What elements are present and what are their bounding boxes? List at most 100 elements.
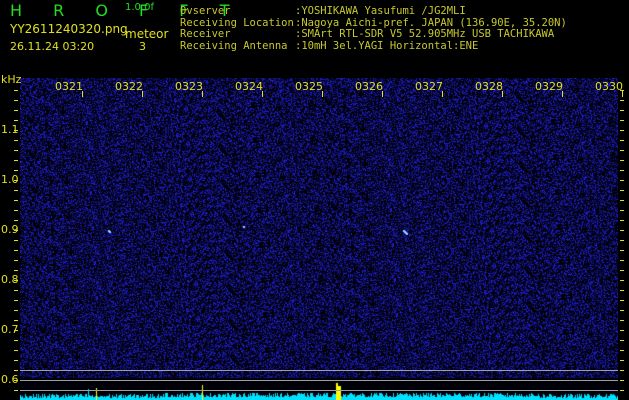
y-tick [14,150,18,151]
time-tick-label: 0325 [295,80,323,93]
y-tick [14,230,18,231]
y-tick [620,90,624,91]
time-tick-label: 0330 [595,80,623,93]
time-tick [322,91,323,97]
y-tick [620,140,624,141]
guide-line [20,380,618,381]
version: 1.0.0f [125,2,154,13]
y-tick [620,230,624,231]
time-tick [262,91,263,97]
guide-line [20,390,618,391]
time-tick-label: 0328 [475,80,503,93]
y-tick [620,290,624,291]
y-tick [14,160,18,161]
y-tick [14,290,18,291]
y-tick [620,350,624,351]
y-tick [14,350,18,351]
time-tick [502,91,503,97]
y-tick [14,360,18,361]
y-tick [620,390,624,391]
y-tick [14,220,18,221]
time-tick [562,91,563,97]
y-tick [14,310,18,311]
y-tick [620,260,624,261]
y-tick [14,250,18,251]
y-tick [620,210,624,211]
y-tick [620,200,624,201]
y-tick [620,380,624,381]
info-value: :YOSHIKAWA Yasufumi /JG2MLI [295,5,466,17]
info-label: Receiver [180,28,231,40]
y-tick [620,110,624,111]
time-tick [202,91,203,97]
time-tick [442,91,443,97]
time-tick-label: 0323 [175,80,203,93]
y-tick [14,280,18,281]
time-tick [382,91,383,97]
y-tick [620,180,624,181]
y-tick [14,180,18,181]
y-tick [620,320,624,321]
y-tick [620,220,624,221]
y-tick [14,190,18,191]
y-tick [620,150,624,151]
y-tick [14,240,18,241]
y-tick [14,370,18,371]
meteor-label: meteor [125,27,169,41]
y-tick [14,330,18,331]
y-tick [14,140,18,141]
y-tick [14,120,18,121]
y-tick [14,300,18,301]
info-value: :10mH 3el.YAGI Horizontal:ENE [295,39,479,52]
time-tick-label: 0327 [415,80,443,93]
y-tick [620,100,624,101]
y-tick [620,360,624,361]
y-tick [14,130,18,131]
y-tick [14,270,18,271]
spectrogram [20,78,618,400]
y-tick [14,380,18,381]
y-tick [620,120,624,121]
info-value: :SMArt RTL-SDR V5 52.905MHz USB TACHIKAW… [295,28,555,40]
y-tick [620,130,624,131]
time-tick [82,91,83,97]
datetime: 26.11.24 03:20 [10,40,95,53]
info-labels: Ovserver Receiving Location Receiver Rec… [180,5,294,52]
time-tick-label: 0329 [535,80,563,93]
info-values: :YOSHIKAWA Yasufumi /JG2MLI :Nagoya Aich… [295,5,567,52]
y-tick [14,210,18,211]
y-tick [620,240,624,241]
y-tick [620,160,624,161]
y-tick [14,200,18,201]
y-tick [14,390,18,391]
y-tick [14,260,18,261]
y-tick [14,320,18,321]
time-tick-label: 0326 [355,80,383,93]
time-tick-label: 0322 [115,80,143,93]
y-tick [620,300,624,301]
y-tick [620,310,624,311]
y-tick [620,270,624,271]
y-unit: kHz [1,73,22,86]
time-tick-label: 0324 [235,80,263,93]
time-tick [622,91,623,97]
y-tick [620,190,624,191]
filename: YY2611240320.png [10,22,128,36]
y-tick [620,370,624,371]
y-tick [620,330,624,331]
y-tick [620,250,624,251]
y-tick [620,170,624,171]
meteor-count: 3 [139,40,146,53]
y-tick [14,110,18,111]
time-tick [142,91,143,97]
y-tick [14,340,18,341]
time-tick-label: 0321 [55,80,83,93]
y-tick [14,170,18,171]
guide-line [20,370,618,371]
y-tick [620,280,624,281]
info-label: Receiving Antenna [180,39,288,52]
info-label: Ovserver [180,5,231,17]
y-tick [14,90,18,91]
y-tick [14,100,18,101]
y-tick [620,340,624,341]
